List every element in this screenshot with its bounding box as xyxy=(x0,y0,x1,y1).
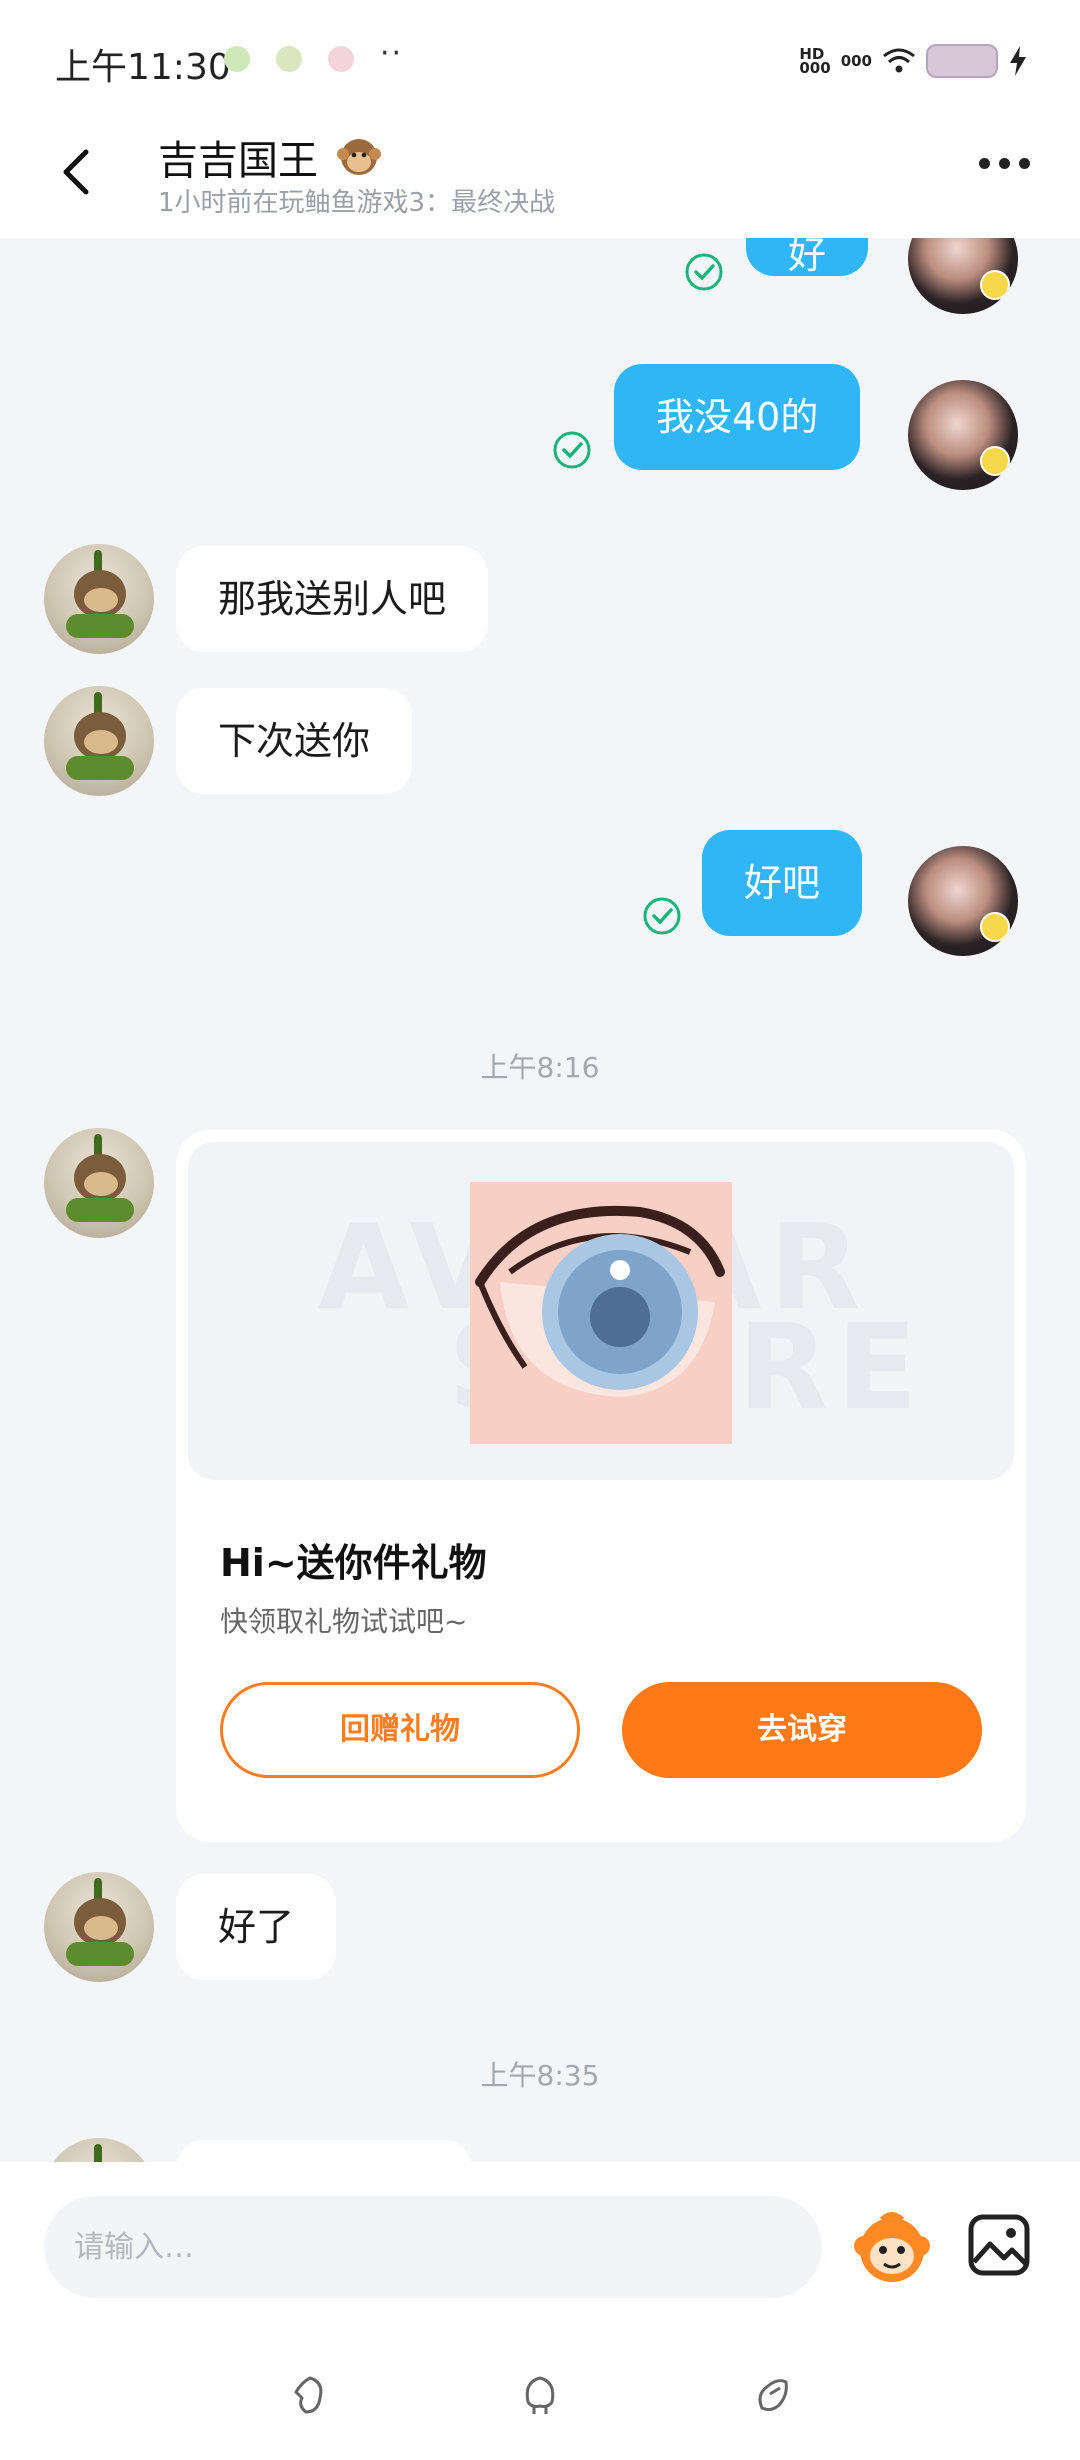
monkey-emoji-icon xyxy=(337,139,381,175)
contact-status: 1小时前在玩鲉鱼游戏3：最终决战 xyxy=(158,188,556,218)
self-avatar[interactable] xyxy=(908,380,1018,490)
avatar-part xyxy=(66,614,134,638)
composer-bar xyxy=(0,2162,1080,2460)
gift-item-image xyxy=(470,1182,732,1444)
message-text: 我没40的 xyxy=(656,395,819,439)
network-hd-label: HD 000 xyxy=(799,47,831,77)
contact-avatar[interactable] xyxy=(44,544,154,654)
app-notification-icon xyxy=(224,46,250,72)
monkey-sticker-icon[interactable] xyxy=(852,2206,932,2286)
chat-message-list[interactable]: 好 我没40的 那我送别人吧 下次送你 好吧 上午8:16 Hi~送你件礼物 快… xyxy=(0,238,1080,2162)
return-gift-button[interactable]: 回赠礼物 xyxy=(220,1682,580,1778)
gift-title: Hi~送你件礼物 xyxy=(220,1541,487,1585)
gift-subtitle: 快领取礼物试试吧~ xyxy=(220,1605,468,1638)
contact-avatar[interactable] xyxy=(44,2138,154,2162)
avatar-part xyxy=(66,756,134,780)
signal-icon: 000 xyxy=(840,52,872,70)
message-bubble-outgoing[interactable]: 好吧 xyxy=(702,830,863,936)
avatar-part xyxy=(66,1942,134,1966)
self-avatar[interactable] xyxy=(908,846,1018,956)
message-timestamp: 上午8:16 xyxy=(480,1051,600,1084)
signal-text-2: 000 xyxy=(840,52,872,70)
self-avatar[interactable] xyxy=(908,238,1018,314)
avatar-badge xyxy=(980,270,1010,300)
battery-icon xyxy=(926,44,998,78)
status-app-icons xyxy=(224,46,354,72)
avatar-part xyxy=(84,588,118,612)
message-bubble-incoming[interactable] xyxy=(176,2140,472,2162)
anime-eye-icon xyxy=(475,1205,725,1397)
message-input[interactable] xyxy=(44,2196,822,2298)
more-notifications-indicator: ·· xyxy=(380,36,404,71)
chat-header: 吉吉国王 1小时前在玩鲉鱼游戏3：最终决战 xyxy=(0,110,1080,238)
contact-avatar[interactable] xyxy=(44,1128,154,1238)
charging-icon xyxy=(1010,46,1026,76)
avatar-badge xyxy=(980,446,1010,476)
message-text: 好吧 xyxy=(744,861,821,905)
nav-home-icon[interactable] xyxy=(520,2372,560,2418)
gift-card[interactable]: AVATAR STORE Hi~送你件礼物 快领取礼物试试吧~ 回赠礼物 去试穿 xyxy=(176,1130,1026,1842)
dot xyxy=(1019,158,1030,169)
avatar-part xyxy=(84,730,118,754)
avatar-part xyxy=(84,1916,118,1940)
app-notification-icon xyxy=(328,46,354,72)
app-notification-icon xyxy=(276,46,302,72)
nav-recents-icon[interactable] xyxy=(752,2372,792,2418)
dot xyxy=(999,158,1010,169)
read-check-icon xyxy=(685,253,723,291)
avatar-badge xyxy=(980,912,1010,942)
read-check-icon xyxy=(553,431,591,469)
wifi-icon xyxy=(883,48,915,73)
nav-back-icon[interactable] xyxy=(290,2372,330,2418)
status-time: 上午11:30 xyxy=(55,47,231,88)
message-text: 那我送别人吧 xyxy=(218,577,447,621)
avatar-part xyxy=(94,2144,102,2162)
message-bubble-incoming[interactable]: 下次送你 xyxy=(176,688,413,794)
message-bubble-incoming[interactable]: 好了 xyxy=(176,1874,337,1980)
signal-text: 000 xyxy=(799,59,831,77)
message-text: 好 xyxy=(788,238,827,277)
contact-avatar[interactable] xyxy=(44,1872,154,1982)
avatar-part xyxy=(66,1198,134,1222)
message-bubble-incoming[interactable]: 那我送别人吧 xyxy=(176,546,489,652)
status-bar: 上午11:30 ·· HD 000 000 xyxy=(0,0,1080,110)
gift-preview[interactable]: AVATAR STORE xyxy=(188,1142,1014,1480)
contact-avatar[interactable] xyxy=(44,686,154,796)
back-button[interactable] xyxy=(52,142,100,202)
read-check-icon xyxy=(643,897,681,935)
avatar-part xyxy=(84,1172,118,1196)
message-bubble-outgoing[interactable]: 我没40的 xyxy=(614,364,861,470)
more-options-button[interactable] xyxy=(979,158,1030,169)
contact-name[interactable]: 吉吉国王 xyxy=(158,128,318,186)
try-on-button[interactable]: 去试穿 xyxy=(622,1682,982,1778)
message-bubble-outgoing[interactable]: 好 xyxy=(746,238,869,277)
status-indicators: HD 000 000 xyxy=(799,44,1028,78)
image-icon[interactable] xyxy=(966,2212,1032,2278)
message-timestamp: 上午8:35 xyxy=(480,2059,600,2092)
dot xyxy=(979,158,990,169)
message-text: 下次送你 xyxy=(218,719,371,763)
message-text: 好了 xyxy=(218,1905,295,1949)
